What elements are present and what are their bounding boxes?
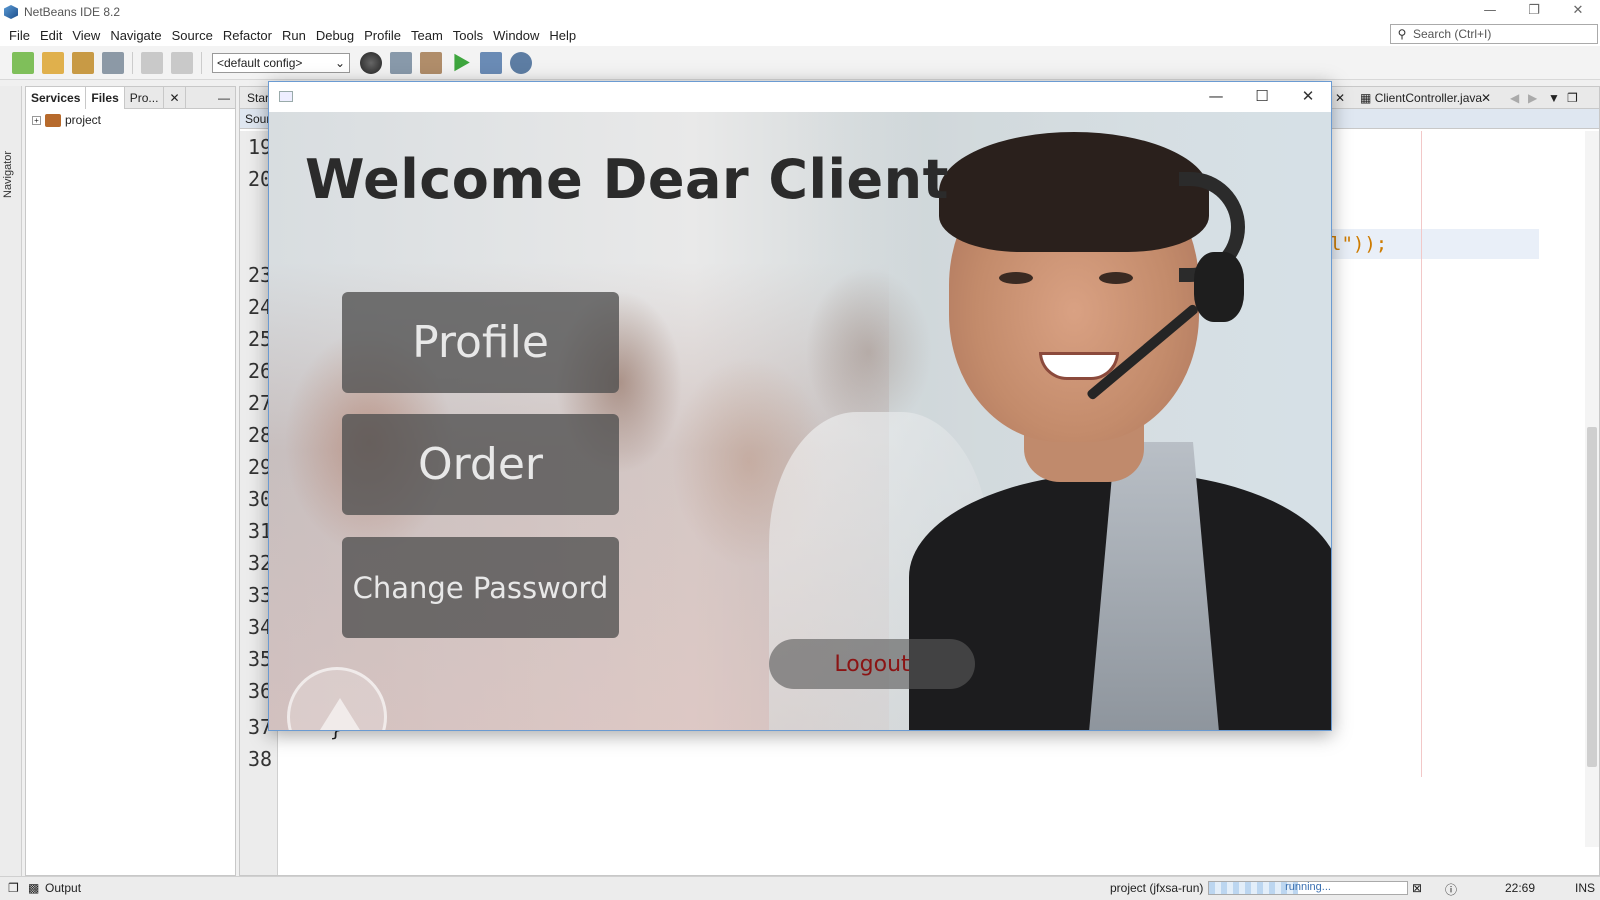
toolbar-separator [132,51,133,74]
ide-search-box[interactable]: ⚲ Search (Ctrl+I) [1390,24,1598,44]
editor-scrollbar[interactable] [1585,131,1599,847]
open-project-icon[interactable] [72,51,94,74]
navigator-label[interactable]: Navigator [2,151,14,198]
menu-navigate[interactable]: Navigate [105,28,166,43]
menu-bar: File Edit View Navigate Source Refactor … [0,24,1600,46]
restore-icon[interactable]: ❐ [1512,0,1556,24]
close-tab-icon[interactable]: ✕ [1330,87,1350,109]
restore-panel-icon[interactable]: ❐ [1562,87,1583,109]
notifications-icon[interactable]: ⓘ [1445,881,1457,898]
status-bar: ❐ ▩ Output project (jfxsa-run) running..… [0,876,1600,900]
run-icon[interactable] [454,53,470,72]
profile-icon[interactable] [510,51,532,74]
navigator-strip: Navigator [0,86,22,876]
debug-icon[interactable] [480,51,502,74]
globe-icon[interactable] [360,51,382,74]
menu-team[interactable]: Team [406,28,448,43]
save-all-icon[interactable] [102,51,124,74]
output-tab[interactable]: Output [45,881,81,895]
headset-earcup [1194,252,1244,322]
tab-files[interactable]: Files [86,86,125,109]
java-file-icon: ▦ [1360,91,1372,105]
progress-text: running... [1285,881,1331,893]
line-number: 38 [248,747,273,771]
menu-tools[interactable]: Tools [448,28,488,43]
output-window-icon: ▩ [28,881,40,895]
toolbar: <default config> ⌄ [0,46,1600,80]
config-select-value: <default config> [217,55,303,70]
project-tabs: Services Files Pro... ✕ — [26,86,235,109]
cursor-position: 22:69 [1505,881,1536,895]
new-project-icon[interactable] [42,51,64,74]
tab-client-controller-label: ClientController.java [1374,91,1483,105]
logout-button[interactable]: Logout [769,639,975,689]
undo-icon[interactable] [141,51,163,74]
run-progress-bar: running... [1208,881,1408,895]
profile-button[interactable]: Profile [342,292,619,393]
minimize-panel-icon[interactable]: — [213,87,235,109]
project-node[interactable]: project [65,113,101,127]
maximize-icon[interactable]: ☐ [1239,82,1285,112]
client-dashboard: Welcome Dear Client Profile Order Change… [269,112,1331,730]
config-select[interactable]: <default config> ⌄ [212,52,350,73]
code-fragment[interactable]: l")); [1330,233,1387,255]
ide-titlebar: NetBeans IDE 8.2 — ❐ ✕ [0,0,1600,24]
tab-services[interactable]: Services [26,86,87,109]
order-button[interactable]: Order [342,414,619,515]
toolbar-separator [201,51,202,74]
clean-build-icon[interactable] [420,51,442,74]
new-file-icon[interactable] [12,51,34,74]
menu-view[interactable]: View [67,28,105,43]
scrollbar-thumb[interactable] [1587,427,1597,767]
close-tab-icon[interactable]: ✕ [1476,87,1496,109]
project-panel: Services Files Pro... ✕ — + project [25,86,236,876]
close-tab-icon[interactable]: ✕ [164,86,186,109]
agent-hair [939,132,1209,252]
client-app-window: — ☐ ✕ Welcome Dear Client Profile Order … [268,81,1332,731]
change-password-button[interactable]: Change Password [342,537,619,638]
tab-scroll-left-icon[interactable]: ◀ [1505,87,1524,109]
ide-window-controls: — ❐ ✕ [1468,0,1600,24]
build-hammer-icon[interactable] [390,51,412,74]
source-tab[interactable]: Sour [245,112,270,126]
welcome-heading: Welcome Dear Client [305,148,949,211]
ide-window-title: NetBeans IDE 8.2 [24,5,121,19]
chevron-down-icon: ⌄ [334,55,345,70]
minimize-icon[interactable]: — [1193,82,1239,112]
netbeans-logo-icon [4,5,18,19]
menu-run[interactable]: Run [277,28,311,43]
menu-help[interactable]: Help [544,28,581,43]
menu-profile[interactable]: Profile [359,28,406,43]
java-project-icon [45,113,61,127]
tab-client-controller[interactable]: ▦ ClientController.java [1355,87,1487,109]
close-icon[interactable]: ✕ [1285,82,1331,112]
redo-icon[interactable] [171,51,193,74]
project-tree: + project [26,109,235,131]
agent-eye [999,272,1033,284]
right-margin-line [1421,131,1422,777]
insert-mode: INS [1575,881,1596,895]
expand-icon[interactable]: + [32,115,41,125]
tab-projects[interactable]: Pro... [125,86,165,109]
menu-source[interactable]: Source [167,28,218,43]
tab-scroll-right-icon[interactable]: ▶ [1523,87,1542,109]
restore-window-icon[interactable]: ❐ [8,881,19,895]
agent-eye [1099,272,1133,284]
menu-refactor[interactable]: Refactor [218,28,277,43]
menu-debug[interactable]: Debug [311,28,359,43]
client-window-titlebar[interactable]: — ☐ ✕ [269,82,1331,112]
app-window-icon [279,91,293,102]
minimize-icon[interactable]: — [1468,0,1512,24]
menu-edit[interactable]: Edit [35,28,67,43]
menu-window[interactable]: Window [488,28,544,43]
stop-task-icon[interactable]: ⊠ [1412,881,1422,895]
search-placeholder: Search (Ctrl+I) [1413,27,1492,41]
running-project-label: project (jfxsa-run) [1110,881,1204,895]
search-icon: ⚲ [1397,27,1407,41]
close-icon[interactable]: ✕ [1556,0,1600,24]
menu-file[interactable]: File [4,28,35,43]
